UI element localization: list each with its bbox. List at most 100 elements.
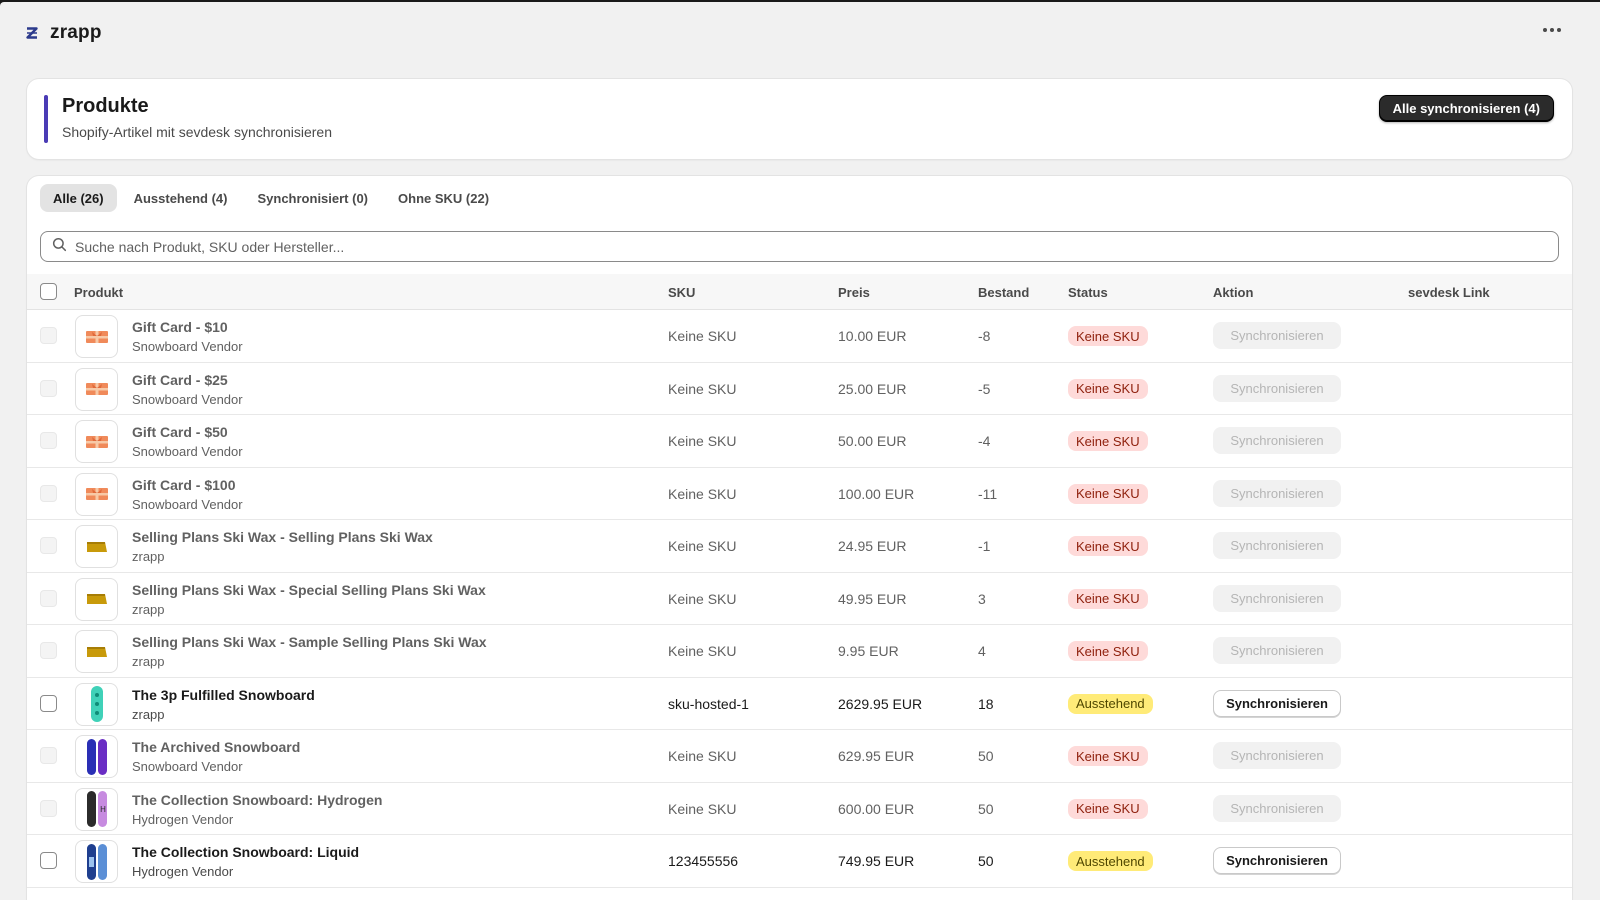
- search-bar[interactable]: [40, 231, 1559, 262]
- column-header-product[interactable]: Produkt: [74, 285, 123, 300]
- table-row: [27, 888, 1572, 900]
- column-header-sku[interactable]: SKU: [668, 285, 695, 300]
- sync-button: Synchronisieren: [1213, 427, 1341, 454]
- product-sku: Keine SKU: [668, 643, 737, 659]
- product-name[interactable]: Gift Card - $100: [132, 477, 235, 493]
- snowboard-hydrogen-icon: H: [75, 787, 118, 831]
- table-header: Produkt SKU Preis Bestand Status Aktion …: [27, 274, 1572, 310]
- zrapp-logo-icon: [22, 23, 42, 43]
- product-name[interactable]: Selling Plans Ski Wax - Selling Plans Sk…: [132, 529, 433, 545]
- page-header-card: Produkte Shopify-Artikel mit sevdesk syn…: [27, 79, 1572, 159]
- row-checkbox[interactable]: [40, 852, 57, 869]
- product-price: 749.95 EUR: [838, 853, 915, 869]
- product-price: 9.95 EUR: [838, 643, 899, 659]
- snowboard-liquid-icon: [75, 840, 118, 883]
- product-name[interactable]: The Collection Snowboard: Hydrogen: [132, 792, 382, 808]
- gift-card-icon: [75, 367, 118, 411]
- product-price: 49.95 EUR: [838, 590, 907, 607]
- status-badge: Ausstehend: [1068, 693, 1153, 714]
- product-vendor: zrapp: [132, 601, 165, 617]
- filter-tabs: Alle (26) Ausstehend (4) Synchronisiert …: [40, 184, 502, 212]
- app-brand: zrapp: [22, 22, 102, 44]
- product-stock: 3: [978, 590, 986, 607]
- product-name[interactable]: The 3p Fulfilled Snowboard: [132, 687, 315, 703]
- product-vendor: Hydrogen Vendor: [132, 811, 234, 827]
- row-checkbox: [40, 589, 57, 607]
- page-title: Produkte: [62, 95, 149, 117]
- row-checkbox[interactable]: [40, 694, 57, 712]
- product-stock: 50: [978, 748, 994, 764]
- table-row: H The Collection Snowboard: Hydrogen Hydro…: [27, 783, 1572, 835]
- sync-button[interactable]: Synchronisieren: [1213, 689, 1341, 717]
- product-sku: Keine SKU: [668, 748, 737, 764]
- product-name[interactable]: The Archived Snowboard: [132, 739, 300, 755]
- status-badge: Keine SKU: [1068, 483, 1148, 504]
- product-sku: Keine SKU: [668, 800, 737, 817]
- tab-synced[interactable]: Synchronisiert (0): [244, 184, 381, 212]
- table-row: The 3p Fulfilled Snowboard zrapp sku-hoste…: [27, 678, 1572, 730]
- page-subtitle: Shopify-Artikel mit sevdesk synchronisie…: [62, 124, 332, 140]
- row-checkbox: [40, 537, 57, 554]
- product-sku: Keine SKU: [668, 590, 737, 607]
- column-header-status[interactable]: Status: [1068, 285, 1108, 300]
- product-name[interactable]: The Collection Snowboard: Liquid: [132, 844, 359, 860]
- ski-wax-icon: [75, 577, 118, 621]
- status-badge: Keine SKU: [1068, 378, 1148, 399]
- product-sku: Keine SKU: [668, 485, 737, 502]
- search-icon: [52, 237, 67, 257]
- sync-all-button[interactable]: Alle synchronisieren (4): [1378, 95, 1554, 122]
- product-stock: 50: [978, 853, 994, 869]
- snowboard-teal-icon: [75, 682, 118, 726]
- product-vendor: zrapp: [132, 706, 165, 722]
- status-badge: Keine SKU: [1068, 326, 1148, 346]
- table-row: Gift Card - $100 Snowboard Vendor Keine SK…: [27, 468, 1572, 520]
- row-checkbox: [40, 747, 57, 764]
- product-price: 629.95 EUR: [838, 748, 915, 764]
- table-row: The Collection Snowboard: Liquid Hydrogen…: [27, 835, 1572, 888]
- sync-button: Synchronisieren: [1213, 742, 1341, 769]
- product-vendor: Snowboard Vendor: [132, 759, 243, 774]
- accent-bar: [44, 95, 48, 143]
- column-header-stock[interactable]: Bestand: [978, 285, 1029, 300]
- product-name[interactable]: Gift Card - $50: [132, 424, 228, 440]
- status-badge: Keine SKU: [1068, 588, 1148, 609]
- tab-all[interactable]: Alle (26): [40, 184, 117, 212]
- select-all-checkbox[interactable]: [40, 283, 57, 300]
- sync-button: Synchronisieren: [1213, 479, 1341, 507]
- product-name[interactable]: Gift Card - $25: [132, 372, 228, 388]
- product-name[interactable]: Gift Card - $10: [132, 319, 228, 335]
- row-checkbox: [40, 432, 57, 449]
- row-checkbox: [40, 379, 57, 397]
- product-name[interactable]: Selling Plans Ski Wax - Sample Selling P…: [132, 634, 487, 650]
- ski-wax-icon: [75, 630, 118, 673]
- product-price: 100.00 EUR: [838, 485, 915, 502]
- product-price: 24.95 EUR: [838, 538, 907, 554]
- row-checkbox: [40, 327, 57, 344]
- app-frame: zrapp Produkte Shopify-Artikel mit sevde…: [0, 2, 1600, 900]
- more-options-icon[interactable]: [1538, 16, 1566, 44]
- status-badge: Keine SKU: [1068, 641, 1148, 661]
- product-price: 50.00 EUR: [838, 433, 907, 449]
- product-name[interactable]: Selling Plans Ski Wax - Special Selling …: [132, 582, 486, 598]
- status-badge: Keine SKU: [1068, 536, 1148, 556]
- tab-pending[interactable]: Ausstehend (4): [121, 184, 241, 212]
- product-stock: 18: [978, 695, 994, 712]
- product-sku: Keine SKU: [668, 380, 737, 397]
- table-row: Selling Plans Ski Wax - Special Selling …: [27, 573, 1572, 625]
- search-input[interactable]: [75, 238, 1475, 255]
- gift-card-icon: [75, 472, 118, 516]
- product-stock: 4: [978, 643, 986, 659]
- product-vendor: zrapp: [132, 654, 165, 669]
- product-vendor: Snowboard Vendor: [132, 391, 243, 407]
- row-checkbox: [40, 799, 57, 817]
- product-list-card: Alle (26) Ausstehend (4) Synchronisiert …: [27, 176, 1572, 900]
- column-header-price[interactable]: Preis: [838, 285, 870, 300]
- product-sku: Keine SKU: [668, 538, 737, 554]
- row-checkbox: [40, 642, 57, 659]
- sync-button[interactable]: Synchronisieren: [1213, 847, 1341, 874]
- product-sku: Keine SKU: [668, 433, 737, 449]
- gift-card-icon: [75, 315, 118, 358]
- product-stock: -5: [978, 380, 991, 397]
- tab-no-sku[interactable]: Ohne SKU (22): [385, 184, 502, 212]
- product-sku: Keine SKU: [668, 328, 737, 344]
